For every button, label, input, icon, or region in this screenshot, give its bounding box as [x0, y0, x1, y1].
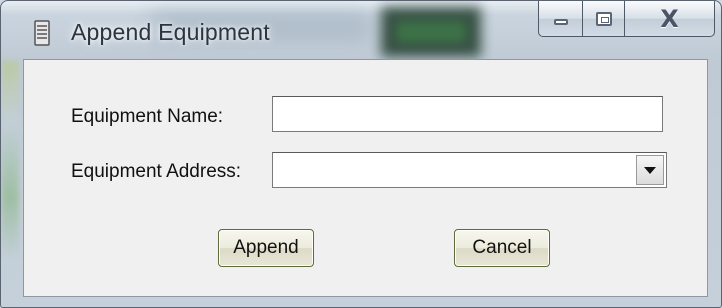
- equipment-address-combobox[interactable]: [272, 152, 667, 188]
- dropdown-button[interactable]: [636, 155, 664, 185]
- frame-background-blur: [1, 61, 19, 307]
- window-title: Append Equipment: [71, 19, 270, 45]
- equipment-address-label: Equipment Address:: [71, 161, 242, 182]
- cancel-button[interactable]: Cancel: [454, 229, 550, 267]
- equipment-name-input[interactable]: [272, 96, 663, 132]
- append-equipment-dialog: Append Equipment X Equipment Name: Equip…: [0, 0, 722, 308]
- equipment-name-label: Equipment Name:: [71, 106, 224, 127]
- close-icon: X: [660, 4, 679, 33]
- titlebar[interactable]: Append Equipment X: [1, 1, 721, 57]
- app-icon[interactable]: [33, 20, 51, 46]
- dialog-body: Equipment Name: Equipment Address: Appen…: [23, 59, 708, 297]
- maximize-button[interactable]: [582, 1, 624, 37]
- minimize-button[interactable]: [538, 1, 582, 37]
- maximize-icon: [595, 11, 612, 26]
- chevron-down-icon: [644, 166, 656, 174]
- caption-buttons: X: [538, 1, 715, 41]
- minimize-icon: [553, 18, 568, 25]
- append-button[interactable]: Append: [218, 229, 314, 267]
- close-button[interactable]: X: [624, 1, 715, 37]
